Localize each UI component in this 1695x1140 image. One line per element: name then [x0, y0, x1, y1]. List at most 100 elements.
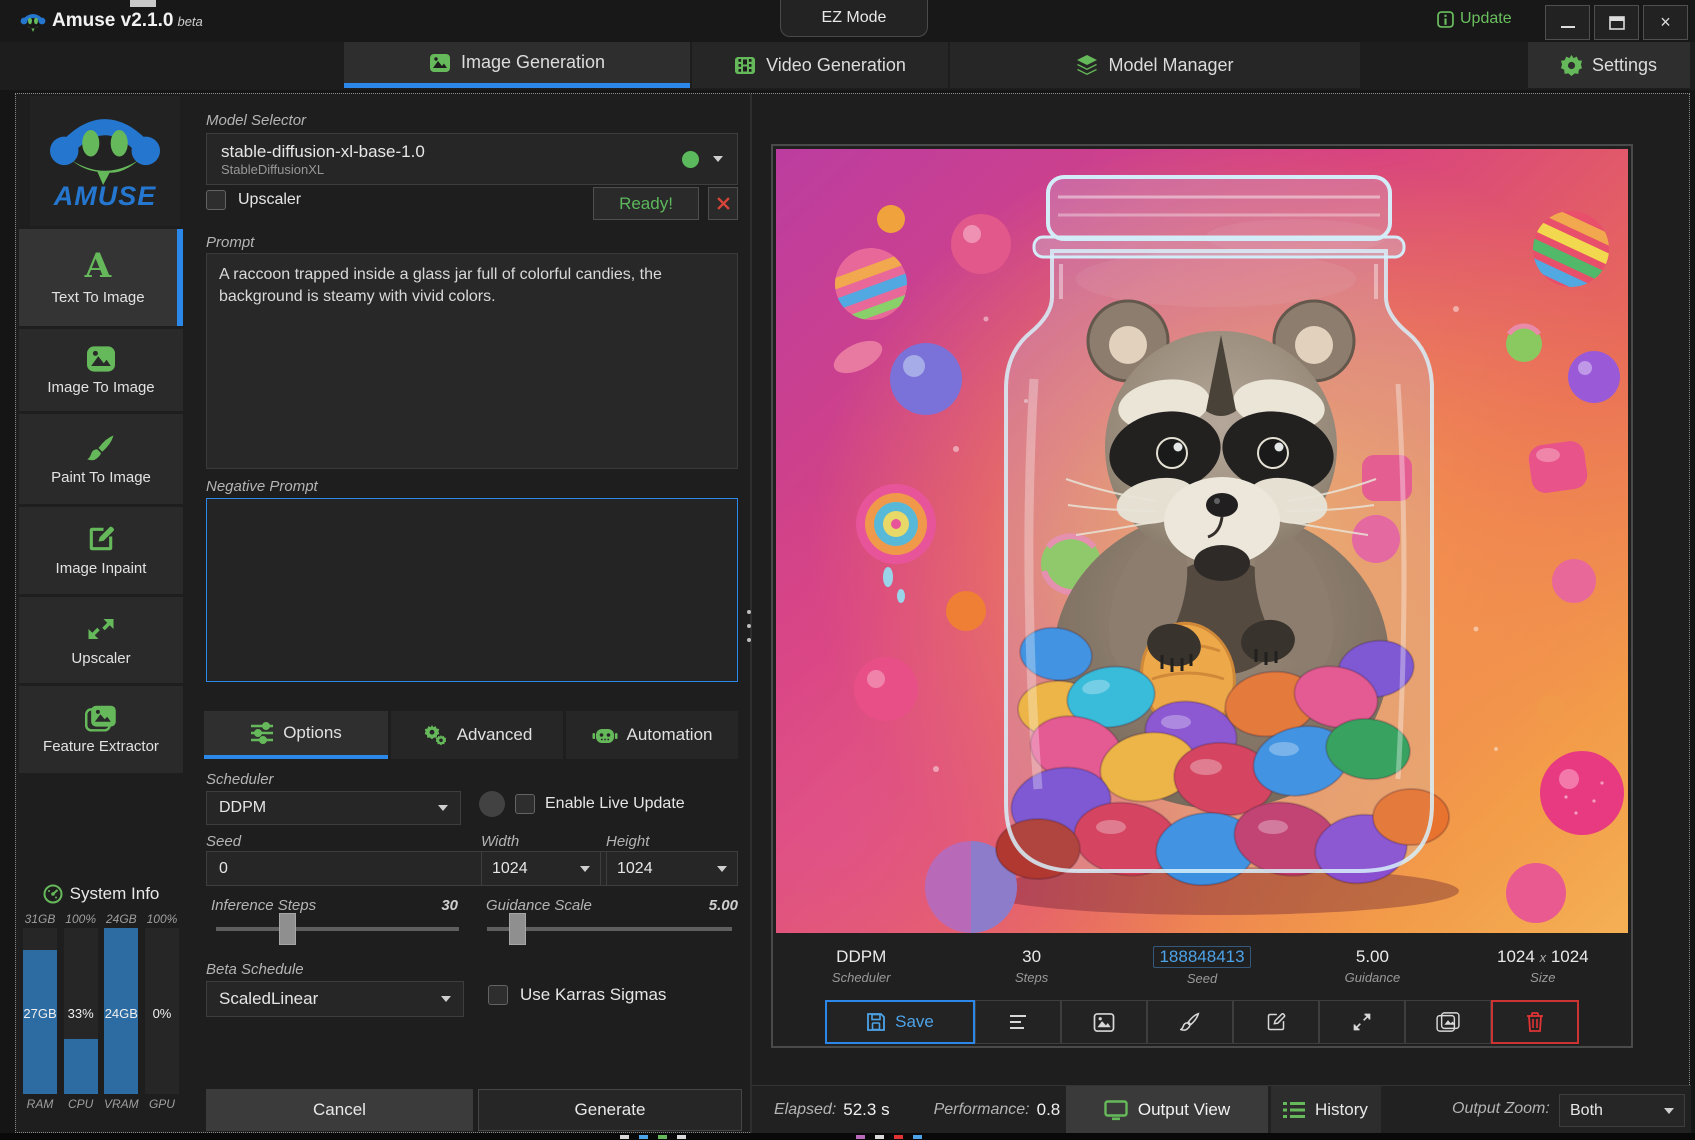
- elapsed-label: Elapsed:: [774, 1101, 836, 1119]
- floppy-icon: [866, 1012, 886, 1032]
- seed-label: Seed: [206, 833, 241, 850]
- output-view-button[interactable]: Output View: [1066, 1086, 1268, 1134]
- images-icon: [85, 704, 117, 732]
- chevron-down-icon: [580, 866, 590, 872]
- tab-settings[interactable]: Settings: [1528, 42, 1690, 88]
- tab-advanced[interactable]: Advanced: [391, 711, 563, 759]
- robot-icon: [592, 724, 618, 746]
- chevron-down-icon: [438, 805, 448, 811]
- beta-schedule-dropdown[interactable]: ScaledLinear: [206, 981, 464, 1017]
- output-panel: DDPMScheduler 30Steps 188848413Seed 5.00…: [771, 144, 1633, 1048]
- app-title: Amuse v2.1.0beta: [52, 10, 203, 32]
- status-bar: Elapsed: 52.3 s Performance: 0.8 it/s Ou…: [752, 1085, 1691, 1134]
- chevron-down-icon: [1664, 1108, 1674, 1114]
- model-type: StableDiffusionXL: [221, 162, 682, 177]
- panel-drag-handle[interactable]: [745, 606, 753, 646]
- tab-automation[interactable]: Automation: [566, 711, 738, 759]
- chevron-down-icon: [441, 996, 451, 1002]
- info-seed: 188848413Seed: [1117, 938, 1287, 994]
- tab-model-manager[interactable]: Model Manager: [950, 42, 1360, 88]
- upscaler-checkbox-label: Upscaler: [238, 191, 301, 209]
- sidebar-item-text-to-image[interactable]: A Text To Image: [19, 229, 183, 326]
- negative-prompt-label: Negative Prompt: [206, 478, 318, 495]
- chevron-down-icon: [713, 156, 723, 162]
- width-dropdown[interactable]: 1024: [481, 851, 601, 886]
- sidebar-item-upscaler[interactable]: Upscaler: [19, 597, 183, 683]
- live-update-checkbox[interactable]: [515, 794, 535, 814]
- sidebar-item-feature-extractor[interactable]: Feature Extractor: [19, 686, 183, 773]
- gauge-gpu: 100% 0% GPU: [144, 912, 180, 1130]
- output-toolbar: Save: [776, 1000, 1628, 1046]
- edit-square-icon: [1266, 1012, 1286, 1032]
- sidebar: AMUSE A Text To Image Image To Image Pai…: [16, 94, 186, 1134]
- sidebar-item-image-inpaint[interactable]: Image Inpaint: [19, 507, 183, 594]
- minimize-icon: [1561, 17, 1575, 29]
- info-icon: [1437, 11, 1454, 28]
- gear-icon: [1561, 55, 1582, 76]
- scheduler-dropdown[interactable]: DDPM: [206, 791, 461, 825]
- image-icon: [429, 53, 451, 73]
- paint-to-image-button[interactable]: [1147, 1000, 1233, 1044]
- view-prompt-button[interactable]: [975, 1000, 1061, 1044]
- height-dropdown[interactable]: 1024: [606, 851, 738, 886]
- amuse-logo: AMUSE: [30, 96, 180, 226]
- text-lines-icon: [1007, 1013, 1029, 1031]
- cancel-button[interactable]: Cancel: [206, 1089, 473, 1131]
- gauge-cpu: 100% 33% CPU: [63, 912, 99, 1130]
- karras-row: Use Karras Sigmas: [488, 985, 666, 1005]
- sliders-icon: [250, 722, 274, 744]
- taskbar-sliver: [0, 1133, 1695, 1140]
- generated-image[interactable]: [776, 149, 1628, 933]
- list-icon: [1283, 1101, 1305, 1119]
- model-status-dot: [682, 151, 699, 168]
- gauge-ram: 31GB 27GB RAM: [22, 912, 58, 1130]
- delete-button[interactable]: [1491, 1000, 1579, 1044]
- main-tab-bar: Image Generation Video Generation Model …: [0, 42, 1695, 90]
- inpaint-button[interactable]: [1233, 1000, 1319, 1044]
- tab-options[interactable]: Options: [204, 711, 388, 759]
- system-gauges: 31GB 27GB RAM 100% 33% CPU 24GB 24GB VRA…: [22, 912, 180, 1130]
- live-update-label: Enable Live Update: [545, 795, 685, 813]
- upscaler-checkbox[interactable]: [206, 190, 226, 210]
- close-button[interactable]: ×: [1643, 5, 1688, 40]
- update-button[interactable]: Update: [1437, 10, 1512, 28]
- guidance-slider[interactable]: [487, 912, 732, 946]
- minimize-button[interactable]: [1545, 5, 1590, 40]
- ez-mode-button[interactable]: EZ Mode: [780, 0, 928, 37]
- height-label: Height: [606, 833, 649, 850]
- karras-checkbox[interactable]: [488, 985, 508, 1005]
- title-bar: Amuse v2.1.0beta EZ Mode Update ×: [0, 0, 1695, 42]
- prompt-input[interactable]: A raccoon trapped inside a glass jar ful…: [206, 253, 738, 469]
- live-update-indicator: [479, 791, 505, 817]
- sidebar-item-paint-to-image[interactable]: Paint To Image: [19, 414, 183, 504]
- seed-link[interactable]: 188848413: [1153, 946, 1250, 968]
- expand-arrows-icon: [1352, 1012, 1372, 1032]
- negative-prompt-input[interactable]: [206, 498, 738, 682]
- output-zoom-dropdown[interactable]: Both: [1559, 1094, 1685, 1127]
- upscale-button[interactable]: [1319, 1000, 1405, 1044]
- status-ready-badge: Ready!: [593, 187, 699, 220]
- images-icon: [1436, 1012, 1460, 1032]
- edit-square-icon: [86, 524, 116, 554]
- model-selector-dropdown[interactable]: stable-diffusion-xl-base-1.0 StableDiffu…: [206, 133, 738, 185]
- upscaler-row: Upscaler: [206, 190, 301, 210]
- cancel-load-button[interactable]: [708, 187, 738, 220]
- steps-slider[interactable]: [216, 912, 459, 946]
- performance-label: Performance:: [934, 1101, 1030, 1119]
- generate-button[interactable]: Generate: [478, 1089, 742, 1131]
- close-icon: ×: [1660, 12, 1671, 33]
- sidebar-item-image-to-image[interactable]: Image To Image: [19, 329, 183, 411]
- scheduler-label: Scheduler: [206, 771, 274, 788]
- elapsed-value: 52.3 s: [843, 1100, 889, 1120]
- paintbrush-icon: [1180, 1012, 1200, 1032]
- feature-extract-button[interactable]: [1405, 1000, 1491, 1044]
- tab-video-generation[interactable]: Video Generation: [692, 42, 948, 88]
- history-button[interactable]: History: [1271, 1086, 1381, 1134]
- maximize-button[interactable]: [1594, 5, 1639, 40]
- image-to-image-button[interactable]: [1061, 1000, 1147, 1044]
- tab-image-generation[interactable]: Image Generation: [344, 42, 690, 88]
- save-button[interactable]: Save: [825, 1000, 975, 1044]
- paintbrush-icon: [86, 433, 116, 463]
- content-area: AMUSE A Text To Image Image To Image Pai…: [15, 93, 1690, 1133]
- collapsed-panel-tab: [130, 0, 156, 7]
